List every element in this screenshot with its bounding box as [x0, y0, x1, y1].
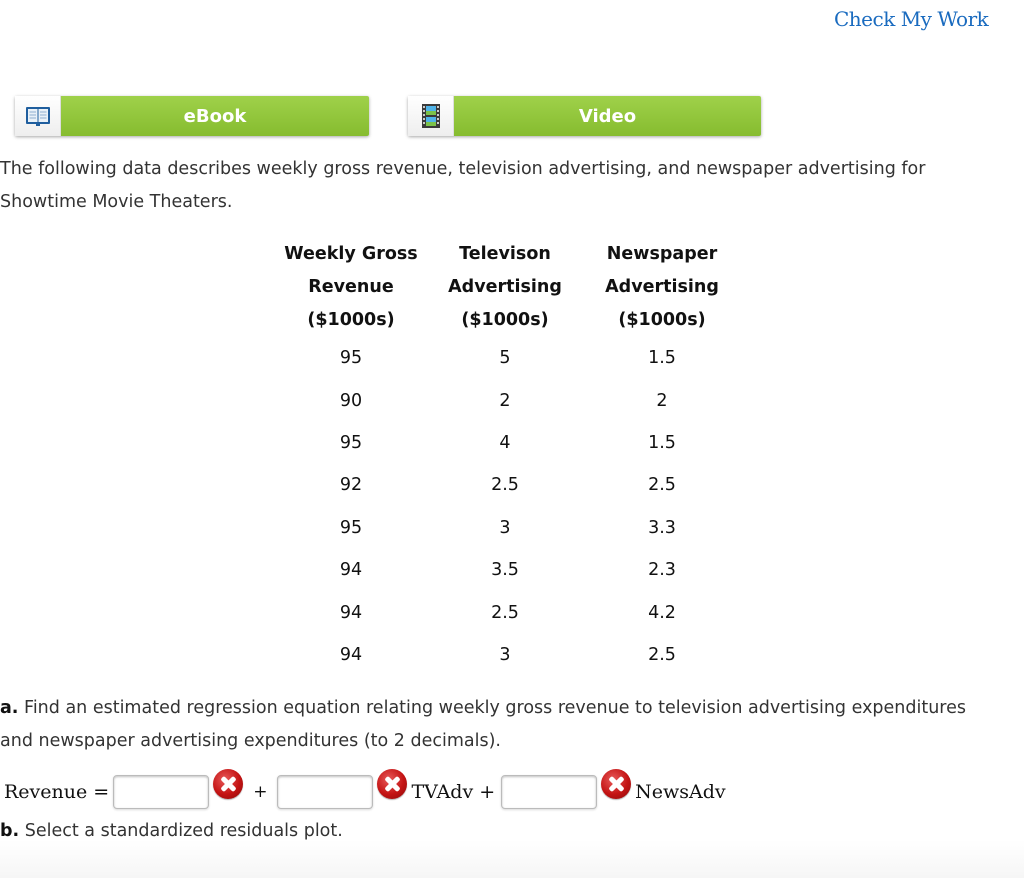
tv-cell: 5: [499, 348, 511, 369]
table-header-row: Weekly Gross Revenue ($1000s) Televison …: [272, 238, 744, 337]
intercept-input[interactable]: [113, 775, 210, 809]
revenue-cell: 94: [339, 602, 363, 623]
news-cell: 2: [656, 390, 668, 411]
intro-text: The following data describes weekly gros…: [0, 159, 926, 212]
tv-cell: 3: [499, 644, 511, 665]
tv-cell: 4: [499, 432, 511, 453]
header-line: ($1000s): [618, 310, 706, 330]
news-cell: 3.3: [648, 517, 676, 538]
header-line: Weekly Gross: [284, 244, 418, 264]
tv-cell: 3.5: [491, 560, 519, 581]
tv-term: TVAdv +: [411, 781, 496, 803]
header-line: Newspaper: [606, 244, 718, 264]
news-coefficient-input[interactable]: [501, 775, 598, 809]
header-newspaper-advertising: Newspaper Advertising ($1000s): [580, 238, 744, 337]
news-cell: 1.5: [648, 432, 676, 453]
revenue-cell: 95: [339, 517, 363, 538]
header-tv-advertising: Televison Advertising ($1000s): [430, 238, 580, 337]
plus-sign: +: [253, 782, 268, 802]
header-line: ($1000s): [307, 310, 395, 330]
table-row: 94 3.5 2.3: [272, 549, 744, 591]
revenue-cell: 92: [339, 475, 363, 496]
table-row: 95 3 3.3: [272, 507, 744, 549]
header-line: Televison: [459, 244, 551, 264]
revenue-cell: 94: [339, 560, 363, 581]
tv-cell: 2: [499, 390, 511, 411]
table-row: 95 5 1.5: [272, 337, 744, 379]
news-cell: 2.3: [648, 560, 676, 581]
ebook-label: eBook: [61, 96, 369, 136]
table-row: 94 2.5 4.2: [272, 591, 744, 633]
film-icon: [421, 104, 440, 128]
header-line: ($1000s): [461, 310, 549, 330]
question-b-text: Select a standardized residuals plot.: [19, 821, 343, 841]
icon-box: [15, 96, 61, 136]
table-row: 94 3 2.5: [272, 634, 744, 676]
table-row: 92 2.5 2.5: [272, 464, 744, 506]
incorrect-icon: [377, 769, 408, 799]
news-cell: 2.5: [648, 475, 676, 496]
news-cell: 1.5: [648, 348, 676, 369]
news-cell: 2.5: [648, 644, 676, 665]
tv-cell: 2.5: [491, 602, 519, 623]
question-a-text: Find an estimated regression equation re…: [0, 698, 967, 751]
check-my-work-link[interactable]: Check My Work: [834, 7, 989, 31]
data-table: Weekly Gross Revenue ($1000s) Televison …: [272, 238, 744, 676]
question-b-label: b.: [0, 821, 20, 841]
incorrect-icon: [213, 769, 244, 799]
revenue-cell: 94: [339, 644, 363, 665]
icon-box: [408, 96, 454, 136]
tv-coefficient-input[interactable]: [277, 775, 374, 809]
video-button[interactable]: Video: [408, 96, 761, 136]
video-label: Video: [454, 96, 761, 136]
news-cell: 4.2: [648, 602, 676, 623]
question-a: a. Find an estimated regression equation…: [0, 692, 1000, 758]
ebook-button[interactable]: eBook: [15, 96, 369, 136]
revenue-cell: 90: [339, 390, 363, 411]
revenue-cell: 95: [339, 348, 363, 369]
regression-equation: Revenue = + TVAdv + NewsAdv: [4, 769, 726, 812]
news-term: NewsAdv: [635, 781, 726, 803]
question-a-label: a.: [0, 698, 19, 718]
incorrect-icon: [601, 769, 632, 799]
revenue-cell: 95: [339, 432, 363, 453]
tv-cell: 2.5: [491, 475, 519, 496]
header-revenue: Weekly Gross Revenue ($1000s): [272, 238, 430, 337]
table-row: 90 2 2: [272, 379, 744, 421]
question-b: b. Select a standardized residuals plot.: [0, 821, 343, 841]
table-row: 95 4 1.5: [272, 422, 744, 464]
header-line: Advertising: [605, 277, 719, 297]
header-line: Advertising: [448, 277, 562, 297]
book-icon: [25, 107, 50, 126]
tv-cell: 3: [499, 517, 511, 538]
equation-lhs: Revenue =: [4, 781, 110, 803]
header-line: Revenue: [308, 277, 394, 297]
